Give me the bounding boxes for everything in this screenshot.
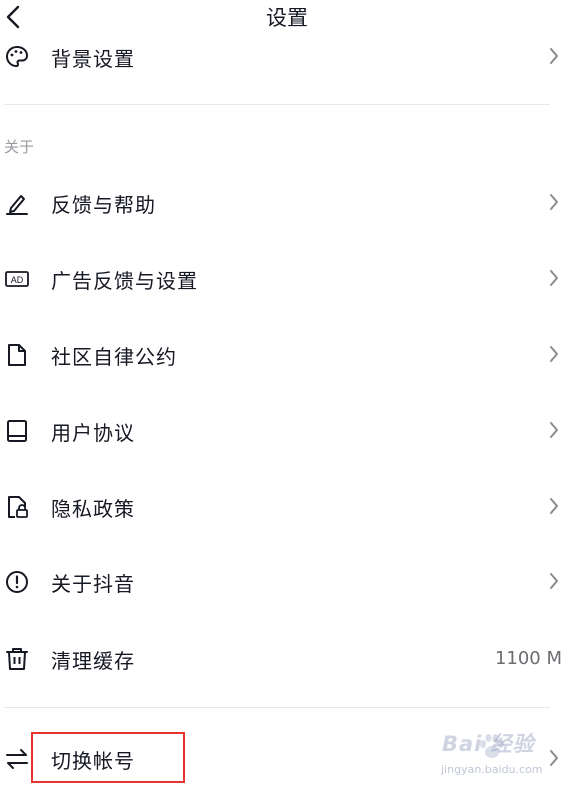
chevron-right-icon: [550, 750, 558, 766]
svg-text:AD: AD: [11, 275, 24, 285]
document-icon: [8, 344, 26, 366]
settings-item-label: 背景设置: [51, 47, 135, 71]
settings-item-label: 广告反馈与设置: [51, 269, 198, 293]
settings-item-ad-feedback[interactable]: AD 广告反馈与设置: [0, 254, 574, 304]
info-circle-icon: [6, 571, 28, 593]
chevron-right-icon: [550, 498, 558, 514]
settings-item-feedback[interactable]: 反馈与帮助: [0, 178, 574, 228]
chevron-right-icon: [550, 422, 558, 438]
settings-item-clear-cache[interactable]: 清理缓存 1100 M: [0, 634, 574, 684]
settings-item-label: 用户协议: [51, 421, 135, 445]
annotation-highlight-box: [31, 732, 185, 783]
watermark-url: jingyan.baidu.com: [441, 763, 543, 776]
settings-item-label: 关于抖音: [51, 572, 135, 596]
settings-item-privacy-policy[interactable]: 隐私政策: [0, 482, 574, 532]
privacy-lock-icon: [8, 496, 28, 518]
settings-item-user-agreement[interactable]: 用户协议: [0, 406, 574, 456]
chevron-right-icon: [550, 573, 558, 589]
section-header-about: 关于: [4, 138, 35, 156]
settings-item-about[interactable]: 关于抖音: [0, 557, 574, 607]
paw-icon: [480, 734, 504, 758]
ad-icon: AD: [5, 271, 29, 287]
settings-item-label: 清理缓存: [51, 649, 135, 673]
section-divider: [4, 104, 550, 105]
settings-item-background[interactable]: 背景设置: [0, 32, 574, 82]
settings-item-label: 隐私政策: [51, 497, 135, 521]
cache-size-value: 1100 M: [494, 648, 562, 669]
palette-icon: [5, 45, 29, 68]
trash-icon: [6, 648, 28, 670]
settings-item-label: 社区自律公约: [51, 345, 177, 369]
chevron-right-icon: [550, 270, 558, 286]
chevron-right-icon: [550, 346, 558, 362]
settings-item-label: 反馈与帮助: [51, 193, 156, 217]
section-divider: [4, 707, 550, 708]
swap-arrows-icon: [6, 749, 28, 769]
pencil-icon: [6, 195, 28, 215]
book-icon: [7, 420, 27, 442]
settings-item-community-rules[interactable]: 社区自律公约: [0, 330, 574, 380]
chevron-right-icon: [550, 48, 558, 64]
page-title: 设置: [266, 6, 308, 30]
chevron-right-icon: [550, 194, 558, 210]
nav-bar: 设置: [0, 0, 574, 34]
